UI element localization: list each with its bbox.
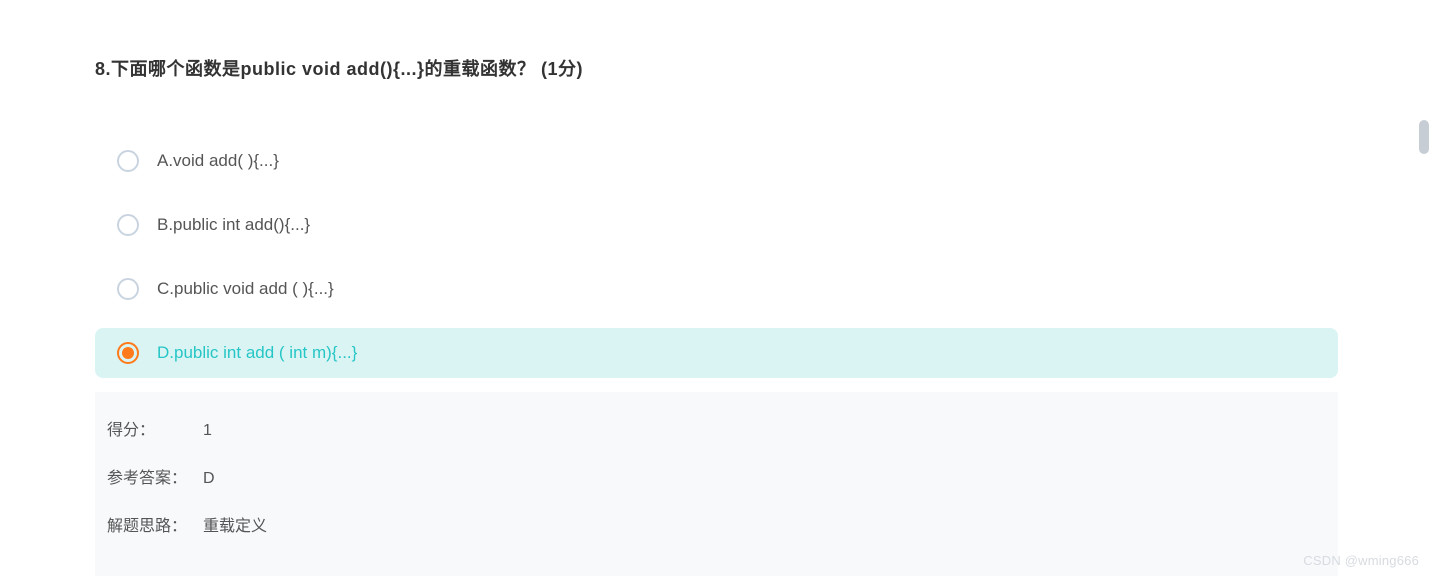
question-page: 8.下面哪个函数是public void add(){...}的重载函数？ (1… — [0, 0, 1433, 576]
answer-value: D — [203, 470, 215, 488]
option-label: D.public int add ( int m){...} — [157, 343, 357, 363]
radio-checked-icon — [117, 342, 139, 364]
radio-unchecked-icon — [117, 278, 139, 300]
options-list: A.void add( ){...} B.public int add(){..… — [95, 136, 1338, 378]
option-c[interactable]: C.public void add ( ){...} — [95, 264, 1338, 314]
question-title: 8.下面哪个函数是public void add(){...}的重载函数？ (1… — [95, 55, 1338, 81]
explanation-label: 解题思路： — [107, 512, 203, 536]
answer-label: 参考答案： — [107, 464, 203, 488]
score-label: 得分： — [107, 416, 203, 440]
explanation-value: 重载定义 — [203, 512, 267, 536]
answer-row: 参考答案： D — [107, 464, 1326, 488]
score-value: 1 — [203, 422, 212, 440]
option-b[interactable]: B.public int add(){...} — [95, 200, 1338, 250]
radio-unchecked-icon — [117, 150, 139, 172]
option-d[interactable]: D.public int add ( int m){...} — [95, 328, 1338, 378]
option-label: B.public int add(){...} — [157, 215, 310, 235]
option-a[interactable]: A.void add( ){...} — [95, 136, 1338, 186]
scrollbar-thumb[interactable] — [1419, 120, 1429, 154]
radio-unchecked-icon — [117, 214, 139, 236]
explanation-row: 解题思路： 重载定义 — [107, 512, 1326, 536]
option-label: C.public void add ( ){...} — [157, 279, 334, 299]
feedback-panel: 得分： 1 参考答案： D 解题思路： 重载定义 — [95, 392, 1338, 576]
score-row: 得分： 1 — [107, 416, 1326, 440]
option-label: A.void add( ){...} — [157, 151, 279, 171]
